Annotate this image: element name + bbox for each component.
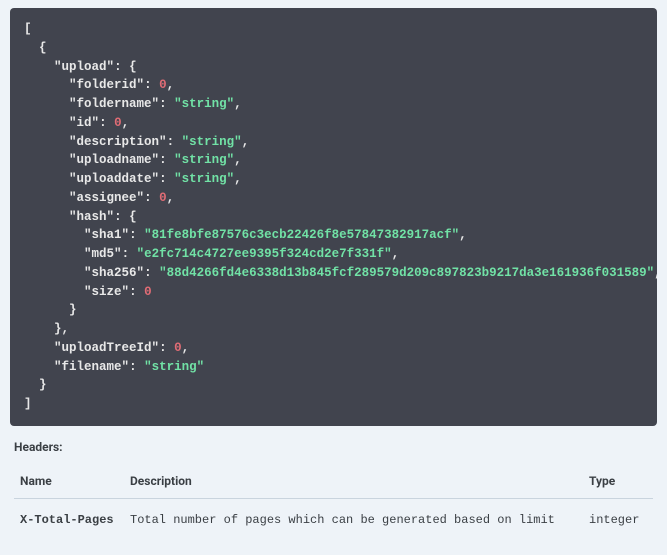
header-col-description: Description bbox=[124, 464, 583, 499]
json-val-uploadtreeid: 0 bbox=[174, 341, 182, 355]
header-name: X-Total-Pages bbox=[14, 498, 124, 541]
json-key-uploadtreeid: uploadTreeId bbox=[62, 341, 152, 355]
json-key-filename: filename bbox=[62, 360, 122, 374]
json-key-size: size bbox=[92, 285, 122, 299]
headers-label: Headers: bbox=[14, 440, 653, 454]
json-key-sha256: sha256 bbox=[92, 266, 137, 280]
header-description: Total number of pages which can be gener… bbox=[124, 498, 583, 541]
table-row: X-Total-Pages Total number of pages whic… bbox=[14, 498, 653, 541]
json-key-md5: md5 bbox=[92, 247, 115, 261]
json-key-upload: upload bbox=[62, 60, 107, 74]
json-val-id: 0 bbox=[114, 116, 122, 130]
json-val-md5: "e2fc714c4727ee9395f324cd2e7f331f" bbox=[137, 247, 392, 261]
json-key-assignee: assignee bbox=[77, 191, 137, 205]
json-key-id: id bbox=[77, 116, 92, 130]
json-key-description: description bbox=[77, 135, 160, 149]
header-col-type: Type bbox=[583, 464, 653, 499]
json-key-foldername: foldername bbox=[77, 97, 152, 111]
json-val-folderid: 0 bbox=[159, 78, 167, 92]
json-key-sha1: sha1 bbox=[92, 228, 122, 242]
headers-table: Name Description Type X-Total-Pages Tota… bbox=[14, 464, 653, 541]
json-key-uploaddate: uploaddate bbox=[77, 172, 152, 186]
json-val-uploadname: "string" bbox=[174, 153, 234, 167]
json-val-uploaddate: "string" bbox=[174, 172, 234, 186]
header-type: integer bbox=[583, 498, 653, 541]
json-val-description: "string" bbox=[182, 135, 242, 149]
json-val-size: 0 bbox=[144, 285, 152, 299]
json-key-folderid: folderid bbox=[77, 78, 137, 92]
json-response-example: [ { "upload": { "folderid": 0, "folderna… bbox=[10, 8, 657, 426]
header-col-name: Name bbox=[14, 464, 124, 499]
json-val-foldername: "string" bbox=[174, 97, 234, 111]
json-val-assignee: 0 bbox=[159, 191, 167, 205]
json-key-uploadname: uploadname bbox=[77, 153, 152, 167]
json-val-filename: "string" bbox=[144, 360, 204, 374]
json-key-hash: hash bbox=[77, 210, 107, 224]
json-val-sha1: "81fe8bfe87576c3ecb22426f8e57847382917ac… bbox=[144, 228, 459, 242]
json-val-sha256: "88d4266fd4e6338d13b845fcf289579d209c897… bbox=[159, 266, 654, 280]
